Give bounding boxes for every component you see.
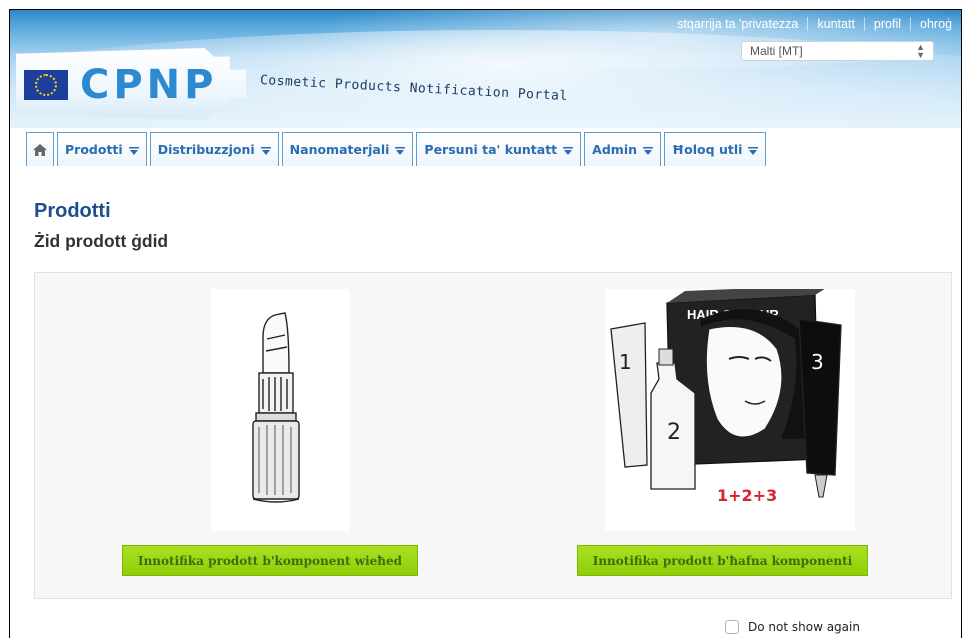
tab-label: Admin: [592, 142, 638, 157]
dont-show-checkbox[interactable]: [725, 620, 739, 634]
tab-admin[interactable]: Admin: [584, 132, 662, 166]
tube-number-1: 1: [619, 350, 632, 374]
profile-link[interactable]: profil: [863, 17, 910, 31]
tab-label: Persuni ta' kuntatt: [424, 142, 558, 157]
hair-colour-kit-icon: 1 HAIR COLOUR 2 3 1+2+3: [610, 285, 842, 505]
chevron-down-icon: [395, 146, 406, 157]
tube-number-3: 3: [811, 350, 824, 374]
tab-nanomaterjali[interactable]: Nanomaterjali: [281, 132, 414, 166]
tab-label: Ħoloq utli: [672, 142, 743, 157]
dont-show-label: Do not show again: [748, 620, 860, 634]
page-subtitle: Żid prodott ġdid: [34, 231, 169, 251]
logout-link[interactable]: ohroġ: [910, 17, 961, 31]
tab-label: Nanomaterjali: [289, 142, 390, 157]
chevron-down-icon: [643, 146, 654, 157]
page-title: Prodotti: [34, 200, 111, 222]
cpnp-logo: CPNP: [80, 62, 218, 108]
main-nav: Prodotti Distribuzzjoni Nanomaterjali Pe…: [26, 128, 767, 166]
tab-home[interactable]: [26, 132, 54, 166]
language-select-value: Malti [MT]: [750, 44, 803, 58]
chevron-down-icon: [128, 146, 139, 157]
single-component-image[interactable]: [211, 289, 350, 531]
contact-link[interactable]: kuntatt: [807, 17, 864, 31]
site-header: stqarrija ta 'privatezza kuntatt profil …: [10, 10, 961, 128]
chevron-down-icon: [563, 146, 574, 157]
lipstick-icon: [252, 312, 300, 503]
kit-formula: 1+2+3: [717, 486, 777, 505]
dont-show-again[interactable]: Do not show again: [725, 620, 860, 634]
select-arrows-icon: ▲ ▼: [916, 42, 925, 60]
privacy-link[interactable]: stqarrija ta 'privatezza: [668, 17, 807, 31]
notify-multi-component-button[interactable]: Innotifika prodott b'ħafna komponenti: [577, 545, 868, 576]
tab-persuni-ta-kuntatt[interactable]: Persuni ta' kuntatt: [416, 132, 582, 166]
chevron-down-icon: [260, 146, 271, 157]
bottle-number-2: 2: [667, 420, 681, 445]
eu-flag-icon: [24, 70, 68, 100]
tab-label: Distribuzzjoni: [157, 142, 255, 157]
tab-holoq-utli[interactable]: Ħoloq utli: [664, 132, 767, 166]
home-icon: [33, 143, 47, 156]
chevron-down-icon: [748, 146, 759, 157]
notify-single-component-button[interactable]: Innotifika prodott b'komponent wieħed: [122, 545, 418, 576]
multi-component-image[interactable]: 1 HAIR COLOUR 2 3 1+2+3: [605, 285, 855, 531]
top-links: stqarrija ta 'privatezza kuntatt profil …: [668, 10, 961, 38]
tab-distribuzzjoni[interactable]: Distribuzzjoni: [149, 132, 279, 166]
tab-label: Prodotti: [65, 142, 123, 157]
product-type-panel: 1 HAIR COLOUR 2 3 1+2+3: [34, 272, 952, 599]
language-select[interactable]: Malti [MT] ▲ ▼: [741, 41, 934, 61]
app-frame: stqarrija ta 'privatezza kuntatt profil …: [9, 9, 962, 638]
tab-prodotti[interactable]: Prodotti: [57, 132, 147, 166]
